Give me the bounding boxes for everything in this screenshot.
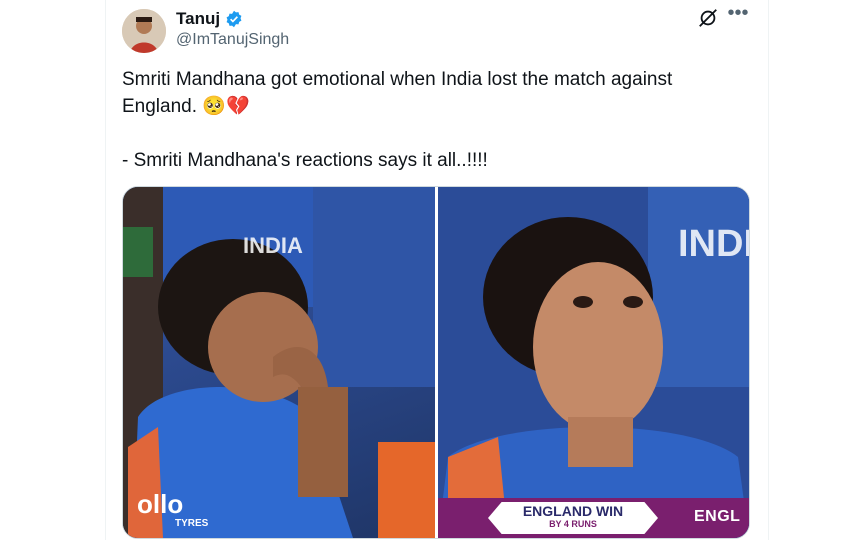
author-handle[interactable]: @ImTanujSingh: [176, 31, 289, 49]
author-name[interactable]: Tanuj: [176, 9, 243, 29]
score-banner-sub: BY 4 RUNS: [549, 519, 597, 529]
score-banner-main: ENGLAND WIN: [522, 503, 624, 519]
verified-badge-icon: [226, 10, 242, 28]
author-name-text[interactable]: Tanuj: [176, 9, 220, 29]
sponsor-logo-subtext: TYRES: [175, 518, 209, 529]
right-jersey-text: INDIA: [678, 223, 749, 265]
score-banner: ENGLAND WIN BY 4 RUNS ENGL: [438, 498, 749, 538]
score-banner-right: ENGL: [694, 508, 741, 525]
score-banner-pill: ENGLAND WIN BY 4 RUNS: [488, 502, 658, 534]
left-jersey-text: INDIA: [243, 233, 303, 258]
tweet-text: Smriti Mandhana got emotional when India…: [122, 69, 673, 171]
left-photo[interactable]: ollo TYRES INDIA: [123, 187, 435, 538]
right-photo[interactable]: INDIA ENGLAND WIN BY 4 RUNS ENGL: [438, 187, 749, 538]
avatar[interactable]: [122, 9, 166, 53]
more-icon[interactable]: •••: [727, 3, 749, 28]
sponsor-logo-text: ollo: [137, 489, 184, 519]
tweet-media[interactable]: ollo TYRES INDIA INDIA ENGLAND WIN BY 4 …: [122, 186, 750, 539]
avatar-photo: [122, 9, 166, 53]
grok-icon[interactable]: [697, 7, 719, 29]
